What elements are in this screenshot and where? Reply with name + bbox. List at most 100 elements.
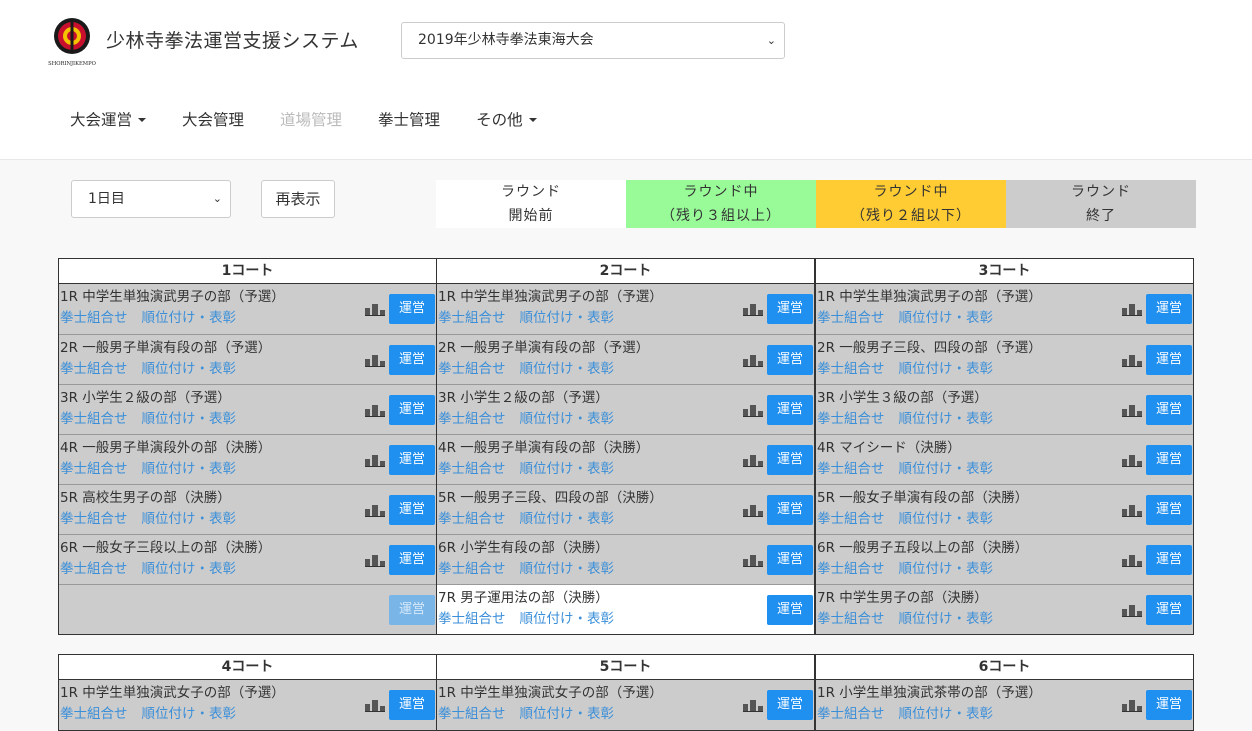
pairing-link[interactable]: 拳士組合せ bbox=[60, 310, 128, 326]
operate-button[interactable]: 運営 bbox=[389, 445, 435, 475]
ranking-link[interactable]: 順位付け・表彰 bbox=[520, 411, 615, 427]
ranking-link[interactable]: 順位付け・表彰 bbox=[899, 561, 994, 577]
ranking-link[interactable]: 順位付け・表彰 bbox=[520, 706, 615, 722]
ranking-link[interactable]: 順位付け・表彰 bbox=[520, 461, 615, 477]
podium-icon[interactable] bbox=[743, 555, 763, 567]
nav-item[interactable]: 大会管理 bbox=[182, 108, 244, 130]
day-select[interactable]: 1日目 ⌄ bbox=[71, 180, 231, 218]
podium-icon[interactable] bbox=[365, 405, 385, 417]
pairing-link[interactable]: 拳士組合せ bbox=[60, 361, 128, 377]
operate-button[interactable]: 運営 bbox=[767, 495, 813, 525]
operate-button[interactable]: 運営 bbox=[1146, 595, 1192, 625]
pairing-link[interactable]: 拳士組合せ bbox=[438, 706, 506, 722]
operate-button[interactable]: 運営 bbox=[767, 294, 813, 324]
pairing-link[interactable]: 拳士組合せ bbox=[817, 361, 885, 377]
ranking-link[interactable]: 順位付け・表彰 bbox=[520, 561, 615, 577]
ranking-link[interactable]: 順位付け・表彰 bbox=[520, 511, 615, 527]
podium-icon[interactable] bbox=[1122, 700, 1142, 712]
operate-button[interactable]: 運営 bbox=[389, 495, 435, 525]
podium-icon[interactable] bbox=[1122, 405, 1142, 417]
ranking-link[interactable]: 順位付け・表彰 bbox=[899, 461, 994, 477]
round-links: 拳士組合せ 順位付け・表彰 bbox=[438, 507, 628, 527]
podium-icon[interactable] bbox=[743, 304, 763, 316]
pairing-link[interactable]: 拳士組合せ bbox=[438, 561, 506, 577]
ranking-link[interactable]: 順位付け・表彰 bbox=[142, 706, 237, 722]
ranking-link[interactable]: 順位付け・表彰 bbox=[899, 511, 994, 527]
podium-icon[interactable] bbox=[1122, 555, 1142, 567]
operate-button[interactable]: 運営 bbox=[389, 545, 435, 575]
ranking-link[interactable]: 順位付け・表彰 bbox=[142, 361, 237, 377]
operate-button[interactable]: 運営 bbox=[1146, 395, 1192, 425]
pairing-link[interactable]: 拳士組合せ bbox=[817, 310, 885, 326]
podium-icon[interactable] bbox=[1122, 455, 1142, 467]
nav-item[interactable]: 大会運営 bbox=[70, 108, 147, 130]
pairing-link[interactable]: 拳士組合せ bbox=[817, 706, 885, 722]
operate-button[interactable]: 運営 bbox=[767, 395, 813, 425]
ranking-link[interactable]: 順位付け・表彰 bbox=[520, 310, 615, 326]
ranking-link[interactable]: 順位付け・表彰 bbox=[520, 361, 615, 377]
operate-button[interactable]: 運営 bbox=[767, 595, 813, 625]
ranking-link[interactable]: 順位付け・表彰 bbox=[142, 511, 237, 527]
podium-icon[interactable] bbox=[365, 555, 385, 567]
nav-item[interactable]: その他 bbox=[476, 108, 537, 130]
ranking-link[interactable]: 順位付け・表彰 bbox=[899, 411, 994, 427]
pairing-link[interactable]: 拳士組合せ bbox=[817, 611, 885, 627]
podium-icon[interactable] bbox=[1122, 355, 1142, 367]
podium-icon[interactable] bbox=[365, 355, 385, 367]
operate-button[interactable]: 運営 bbox=[389, 395, 435, 425]
podium-icon[interactable] bbox=[1122, 605, 1142, 617]
operate-button[interactable]: 運営 bbox=[389, 294, 435, 324]
ranking-link[interactable]: 順位付け・表彰 bbox=[142, 310, 237, 326]
pairing-link[interactable]: 拳士組合せ bbox=[817, 561, 885, 577]
operate-button[interactable]: 運営 bbox=[767, 445, 813, 475]
pairing-link[interactable]: 拳士組合せ bbox=[438, 461, 506, 477]
operate-button[interactable]: 運営 bbox=[1146, 445, 1192, 475]
podium-icon[interactable] bbox=[743, 700, 763, 712]
podium-icon[interactable] bbox=[365, 455, 385, 467]
operate-button[interactable]: 運営 bbox=[1146, 294, 1192, 324]
operate-button[interactable]: 運営 bbox=[1146, 545, 1192, 575]
pairing-link[interactable]: 拳士組合せ bbox=[60, 706, 128, 722]
reload-button[interactable]: 再表示 bbox=[261, 180, 335, 218]
pairing-link[interactable]: 拳士組合せ bbox=[817, 461, 885, 477]
ranking-link[interactable]: 順位付け・表彰 bbox=[899, 310, 994, 326]
podium-icon[interactable] bbox=[1122, 304, 1142, 316]
podium-icon[interactable] bbox=[365, 505, 385, 517]
podium-icon[interactable] bbox=[1122, 505, 1142, 517]
tournament-select[interactable]: 2019年少林寺拳法東海大会 ⌄ bbox=[401, 22, 785, 59]
pairing-link[interactable]: 拳士組合せ bbox=[60, 461, 128, 477]
pairing-link[interactable]: 拳士組合せ bbox=[438, 611, 506, 627]
ranking-link[interactable]: 順位付け・表彰 bbox=[899, 706, 994, 722]
ranking-link[interactable]: 順位付け・表彰 bbox=[142, 461, 237, 477]
pairing-link[interactable]: 拳士組合せ bbox=[60, 561, 128, 577]
pairing-link[interactable]: 拳士組合せ bbox=[817, 411, 885, 427]
podium-icon[interactable] bbox=[743, 405, 763, 417]
pairing-link[interactable]: 拳士組合せ bbox=[438, 511, 506, 527]
operate-button[interactable]: 運営 bbox=[1146, 345, 1192, 375]
podium-icon[interactable] bbox=[365, 700, 385, 712]
operate-button[interactable]: 運営 bbox=[389, 690, 435, 720]
podium-icon[interactable] bbox=[743, 505, 763, 517]
operate-button[interactable]: 運営 bbox=[767, 345, 813, 375]
podium-icon[interactable] bbox=[743, 355, 763, 367]
operate-button[interactable]: 運営 bbox=[1146, 495, 1192, 525]
ranking-link[interactable]: 順位付け・表彰 bbox=[899, 361, 994, 377]
pairing-link[interactable]: 拳士組合せ bbox=[60, 511, 128, 527]
ranking-link[interactable]: 順位付け・表彰 bbox=[520, 611, 615, 627]
operate-button[interactable]: 運営 bbox=[767, 690, 813, 720]
ranking-link[interactable]: 順位付け・表彰 bbox=[142, 411, 237, 427]
pairing-link[interactable]: 拳士組合せ bbox=[438, 411, 506, 427]
pairing-link[interactable]: 拳士組合せ bbox=[438, 361, 506, 377]
operate-button[interactable]: 運営 bbox=[1146, 690, 1192, 720]
operate-button[interactable]: 運営 bbox=[389, 345, 435, 375]
shorinji-kempo-logo[interactable]: SHORINJIKEMPO bbox=[42, 14, 102, 68]
ranking-link[interactable]: 順位付け・表彰 bbox=[142, 561, 237, 577]
podium-icon[interactable] bbox=[365, 304, 385, 316]
podium-icon[interactable] bbox=[743, 455, 763, 467]
pairing-link[interactable]: 拳士組合せ bbox=[60, 411, 128, 427]
ranking-link[interactable]: 順位付け・表彰 bbox=[899, 611, 994, 627]
pairing-link[interactable]: 拳士組合せ bbox=[438, 310, 506, 326]
pairing-link[interactable]: 拳士組合せ bbox=[817, 511, 885, 527]
operate-button[interactable]: 運営 bbox=[767, 545, 813, 575]
nav-item[interactable]: 拳士管理 bbox=[378, 108, 440, 130]
